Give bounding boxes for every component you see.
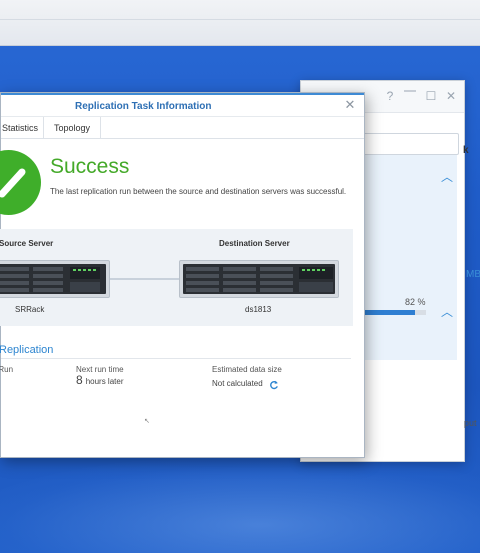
next-run-value: 8 hours later bbox=[76, 373, 123, 387]
background-search-input[interactable] bbox=[362, 133, 459, 155]
source-server-name: SRRack bbox=[15, 305, 45, 314]
checkmark-icon bbox=[0, 150, 41, 215]
status-description: The last replication run between the sou… bbox=[50, 187, 347, 196]
source-server-icon bbox=[0, 260, 110, 298]
background-progress-bar bbox=[364, 310, 426, 315]
replication-section-title: Replication bbox=[0, 344, 54, 356]
close-icon[interactable]: ✕ bbox=[444, 89, 458, 103]
refresh-icon[interactable] bbox=[269, 377, 279, 390]
replication-task-dialog[interactable]: Replication Task Information ✕ Statistic… bbox=[0, 92, 365, 458]
tab-statistics[interactable]: Statistics bbox=[0, 117, 48, 139]
dialog-tabs: Statistics Topology bbox=[1, 117, 364, 139]
background-rate-text: MB/ bbox=[466, 269, 480, 280]
background-progress-fill bbox=[364, 310, 415, 315]
estimated-size-value: Not calculated bbox=[212, 379, 263, 388]
background-column-header: k bbox=[463, 145, 469, 156]
replication-connector bbox=[109, 278, 179, 280]
source-server-label: Source Server bbox=[0, 239, 54, 248]
background-progress-text: 82 % bbox=[405, 297, 426, 307]
dialog-title: Replication Task Information bbox=[75, 101, 212, 112]
background-output-text: put bbox=[464, 418, 477, 428]
dialog-titlebar[interactable]: Replication Task Information ✕ bbox=[1, 93, 364, 117]
estimated-size-label: Estimated data size bbox=[212, 365, 282, 374]
section-divider bbox=[1, 358, 351, 359]
status-title: Success bbox=[50, 155, 130, 178]
close-icon[interactable]: ✕ bbox=[343, 98, 357, 112]
last-run-label: Last Run bbox=[0, 365, 14, 374]
pin-icon[interactable]: ⎺ bbox=[403, 89, 417, 103]
chevron-up-icon[interactable]: ︿ bbox=[441, 303, 453, 320]
destination-server-name: ds1813 bbox=[245, 305, 272, 314]
next-run-number: 8 bbox=[76, 373, 83, 387]
destination-server-label: Destination Server bbox=[219, 239, 290, 248]
background-selected-row[interactable] bbox=[362, 155, 457, 360]
destination-server-icon bbox=[179, 260, 339, 298]
chevron-up-icon[interactable]: ︿ bbox=[441, 168, 453, 185]
top-taskbar bbox=[0, 0, 480, 46]
tab-topology[interactable]: Topology bbox=[43, 117, 102, 139]
maximize-icon[interactable]: ☐ bbox=[424, 89, 438, 103]
next-run-unit: hours later bbox=[85, 377, 124, 386]
help-icon[interactable]: ? bbox=[383, 89, 397, 103]
mouse-cursor-icon: ↖ bbox=[144, 418, 150, 425]
